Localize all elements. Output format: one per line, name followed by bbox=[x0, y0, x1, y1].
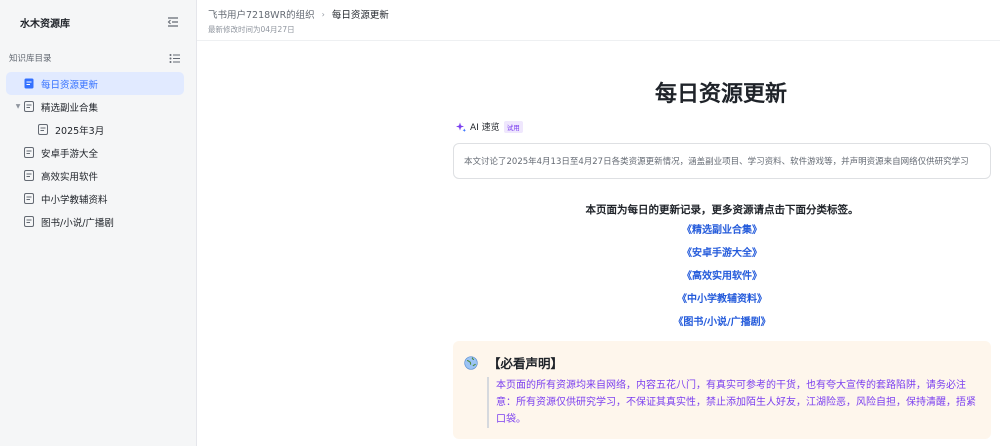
sidebar-item-2025-march[interactable]: 2025年3月 bbox=[6, 118, 184, 141]
globe-icon bbox=[464, 355, 478, 370]
doc-icon bbox=[23, 101, 35, 113]
ai-summary-label[interactable]: AI 速览 试用 bbox=[456, 120, 523, 133]
doc-tree: 每日资源更新 ▼ 精选副业合集 2025年3月 安卓手游大全 高效实用软件 中小… bbox=[0, 72, 196, 233]
notice-title: 【必看声明】 bbox=[488, 356, 564, 371]
last-modified: 最新修改时间为04月27日 bbox=[208, 25, 295, 34]
link-books[interactable]: 《图书/小说/广播剧》 bbox=[453, 314, 991, 337]
intro-text: 本页面为每日的更新记录，更多资源请点击下面分类标签。 bbox=[585, 204, 859, 216]
doc-icon bbox=[23, 147, 35, 159]
breadcrumb: 飞书用户7218WR的组织 › 每日资源更新 bbox=[208, 7, 1000, 22]
link-school-materials[interactable]: 《中小学教辅资料》 bbox=[453, 291, 991, 314]
sidebar-item-software[interactable]: 高效实用软件 bbox=[6, 164, 184, 187]
ai-summary-text: 本文讨论了2025年4月13日至4月27日各类资源更新情况，涵盖副业项目、学习资… bbox=[464, 157, 969, 167]
catalog-section: 知识库目录 bbox=[0, 46, 196, 70]
notice-callout: 【必看声明】 本页面的所有资源均来自网络，内容五花八门，有真实可参考的干货，也有… bbox=[453, 341, 991, 439]
sidebar-item-label: 2025年3月 bbox=[55, 125, 105, 137]
sidebar-item-label: 精选副业合集 bbox=[41, 102, 99, 114]
trial-badge: 试用 bbox=[503, 120, 523, 133]
ai-summary-box[interactable]: 本文讨论了2025年4月13日至4月27日各类资源更新情况，涵盖副业项目、学习资… bbox=[453, 143, 991, 179]
sidebar-item-books[interactable]: 图书/小说/广播剧 bbox=[6, 210, 184, 233]
page-title: 每日资源更新 bbox=[655, 82, 788, 107]
sidebar-item-android-games[interactable]: 安卓手游大全 bbox=[6, 141, 184, 164]
sidebar-item-daily-updates[interactable]: 每日资源更新 bbox=[6, 72, 184, 95]
breadcrumb-current: 每日资源更新 bbox=[331, 10, 389, 21]
sidebar-header: 水木资源库 bbox=[0, 0, 196, 44]
catalog-label: 知识库目录 bbox=[9, 54, 52, 64]
wiki-title: 水木资源库 bbox=[20, 18, 70, 30]
breadcrumb-org[interactable]: 飞书用户7218WR的组织 bbox=[208, 7, 315, 21]
caret-down-icon[interactable]: ▼ bbox=[13, 103, 23, 110]
breadcrumb-chevron-icon: › bbox=[321, 9, 325, 19]
doc-icon bbox=[37, 124, 49, 136]
sidebar: 水木资源库 知识库目录 每日资源更新 ▼ 精选副业合集 2025年3月 安卓手游… bbox=[0, 0, 197, 446]
collapse-sidebar-icon[interactable] bbox=[166, 15, 180, 29]
list-icon[interactable] bbox=[169, 49, 180, 68]
doc-icon bbox=[23, 216, 35, 228]
sidebar-item-label: 图书/小说/广播剧 bbox=[41, 217, 114, 229]
sidebar-item-label: 高效实用软件 bbox=[41, 171, 99, 183]
notice-body: 本页面的所有资源均来自网络，内容五花八门，有真实可参考的干货，也有夸大宣传的套路… bbox=[487, 377, 981, 428]
ai-sparkle-icon bbox=[456, 122, 466, 132]
sidebar-item-label: 安卓手游大全 bbox=[41, 148, 99, 160]
ai-label-text: AI 速览 bbox=[470, 123, 500, 133]
doc-icon bbox=[23, 78, 35, 90]
doc-icon bbox=[23, 170, 35, 182]
category-links: 《精选副业合集》 《安卓手游大全》 《高效实用软件》 《中小学教辅资料》 《图书… bbox=[453, 222, 991, 337]
link-android-games[interactable]: 《安卓手游大全》 bbox=[453, 245, 991, 268]
link-side-hustle[interactable]: 《精选副业合集》 bbox=[453, 222, 991, 245]
doc-header: 飞书用户7218WR的组织 › 每日资源更新 最新修改时间为04月27日 bbox=[197, 0, 1000, 41]
sidebar-item-school-materials[interactable]: 中小学教辅资料 bbox=[6, 187, 184, 210]
sidebar-item-side-hustle[interactable]: ▼ 精选副业合集 bbox=[6, 95, 184, 118]
sidebar-item-label: 每日资源更新 bbox=[41, 79, 99, 91]
sidebar-item-label: 中小学教辅资料 bbox=[41, 194, 108, 206]
link-software[interactable]: 《高效实用软件》 bbox=[453, 268, 991, 291]
doc-icon bbox=[23, 193, 35, 205]
